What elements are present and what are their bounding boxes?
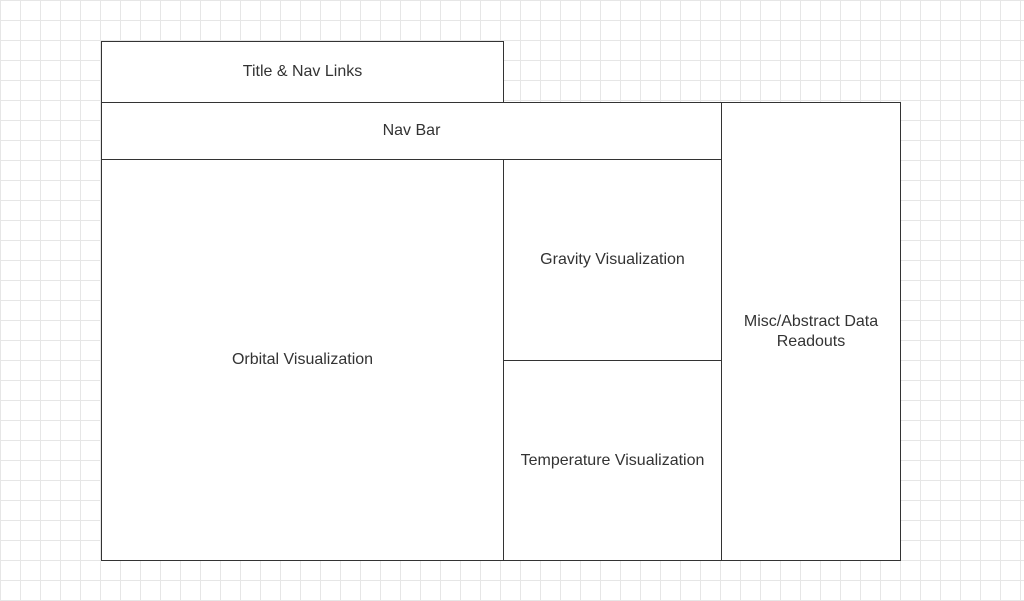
title-nav-links-box[interactable]: Title & Nav Links: [101, 41, 504, 103]
misc-data-readouts-label: Misc/Abstract Data Readouts: [743, 312, 879, 350]
temperature-visualization-label: Temperature Visualization: [520, 451, 705, 469]
title-nav-links-label: Title & Nav Links: [242, 63, 363, 80]
nav-bar-label: Nav Bar: [382, 122, 441, 139]
temperature-visualization-box[interactable]: Temperature Visualization: [503, 360, 722, 561]
misc-data-readouts-box[interactable]: Misc/Abstract Data Readouts: [721, 102, 901, 561]
gravity-visualization-box[interactable]: Gravity Visualization: [503, 159, 722, 361]
orbital-visualization-label: Orbital Visualization: [231, 351, 374, 368]
nav-bar-box[interactable]: Nav Bar: [101, 102, 722, 160]
wireframe-canvas: Title & Nav Links Nav Bar Orbital Visual…: [0, 0, 1024, 601]
gravity-visualization-label: Gravity Visualization: [540, 251, 685, 268]
orbital-visualization-box[interactable]: Orbital Visualization: [101, 159, 504, 561]
